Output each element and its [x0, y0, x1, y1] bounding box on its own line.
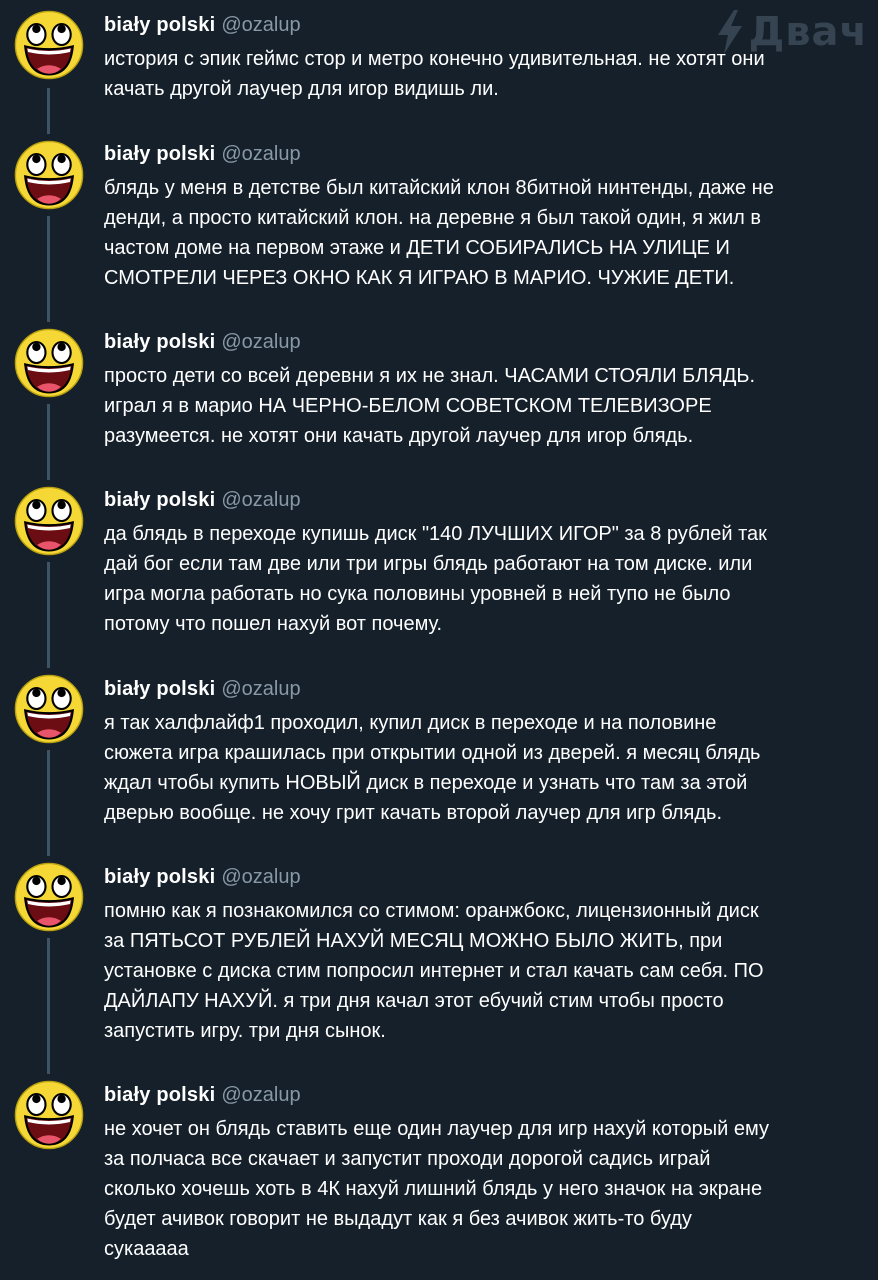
author-handle[interactable]: @ozalup	[221, 331, 300, 353]
awesome-face-avatar[interactable]	[14, 862, 84, 932]
awesome-face-avatar[interactable]	[14, 486, 84, 556]
author-name[interactable]: biały polski	[104, 1084, 215, 1106]
thread-connector-line	[47, 404, 50, 480]
tweet-thread: Двач biały polski @ozalup история с эпик г…	[0, 0, 878, 1280]
author-name[interactable]: biały polski	[104, 143, 215, 165]
tweet-text: история с эпик геймс стор и метро конечн…	[104, 48, 765, 100]
author-handle[interactable]: @ozalup	[221, 678, 300, 700]
tweet-header: biały polski @ozalup	[104, 12, 301, 38]
author-name[interactable]: biały polski	[104, 14, 215, 36]
author-handle[interactable]: @ozalup	[221, 143, 300, 165]
thread-connector-line	[47, 88, 50, 134]
awesome-face-avatar[interactable]	[14, 10, 84, 80]
awesome-face-avatar[interactable]	[14, 140, 84, 210]
tweet-text: помню как я познакомился со стимом: оран…	[104, 900, 764, 1042]
thread-connector-line	[47, 562, 50, 668]
awesome-face-avatar[interactable]	[14, 328, 84, 398]
tweet-text: не хочет он блядь ставить еще один лауче…	[104, 1118, 769, 1260]
tweet-text: да блядь в переходе купишь диск "140 ЛУЧ…	[104, 523, 767, 635]
tweet-header: biały polski @ozalup	[104, 676, 301, 702]
tweet-text: я так халфлайф1 проходил, купил диск в п…	[104, 712, 761, 824]
tweet-header: biały polski @ozalup	[104, 329, 301, 355]
author-name[interactable]: biały polski	[104, 678, 215, 700]
awesome-face-avatar[interactable]	[14, 674, 84, 744]
author-handle[interactable]: @ozalup	[221, 866, 300, 888]
tweet-header: biały polski @ozalup	[104, 141, 301, 167]
thread-connector-line	[47, 938, 50, 1074]
author-handle[interactable]: @ozalup	[221, 1084, 300, 1106]
tweet-header: biały polski @ozalup	[104, 864, 301, 890]
tweet-text: блядь у меня в детстве был китайский кло…	[104, 177, 774, 289]
thread-connector-line	[47, 750, 50, 856]
tweet-header: biały polski @ozalup	[104, 487, 301, 513]
awesome-face-avatar[interactable]	[14, 1080, 84, 1150]
author-handle[interactable]: @ozalup	[221, 14, 300, 36]
tweet-header: biały polski @ozalup	[104, 1082, 301, 1108]
tweet-text: просто дети со всей деревни я их не знал…	[104, 365, 756, 447]
author-handle[interactable]: @ozalup	[221, 489, 300, 511]
author-name[interactable]: biały polski	[104, 489, 215, 511]
author-name[interactable]: biały polski	[104, 866, 215, 888]
author-name[interactable]: biały polski	[104, 331, 215, 353]
thread-connector-line	[47, 216, 50, 322]
